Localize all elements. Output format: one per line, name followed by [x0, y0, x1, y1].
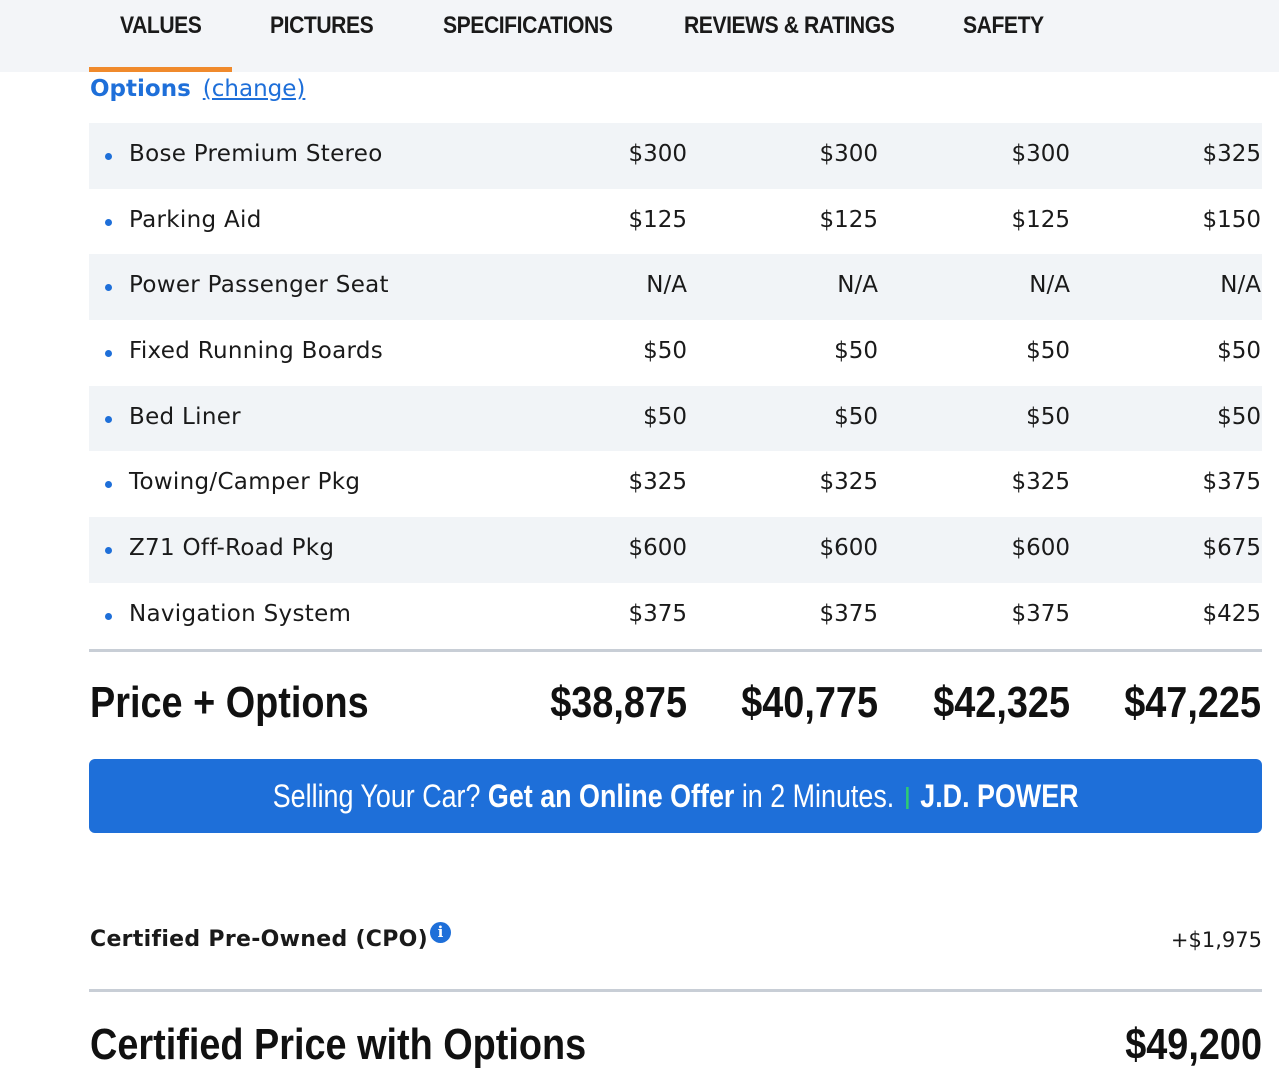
option-price: $325	[1202, 141, 1261, 167]
cpo-value: +$1,975	[1170, 928, 1262, 952]
option-price: $325	[628, 469, 687, 496]
tab-reviews-ratings[interactable]: REVIEWS & RATINGS	[684, 12, 895, 40]
table-row: Fixed Running Boards $50 $50 $50 $50	[89, 320, 1262, 386]
tab-values[interactable]: VALUES	[120, 12, 202, 40]
option-price: $50	[834, 403, 878, 430]
online-offer-banner[interactable]: Selling Your Car? Get an Online Offer in…	[89, 759, 1262, 833]
price-options-total: $42,325	[933, 678, 1070, 727]
banner-content: Selling Your Car? Get an Online Offer in…	[89, 759, 1262, 833]
option-label: Fixed Running Boards	[129, 338, 384, 365]
option-label: Parking Aid	[129, 206, 262, 233]
option-label: Bose Premium Stereo	[129, 141, 383, 167]
option-price: $125	[628, 206, 687, 233]
option-label: Towing/Camper Pkg	[129, 469, 361, 496]
options-table: Bose Premium Stereo $300 $300 $300 $325 …	[89, 123, 1262, 649]
option-price: $50	[643, 338, 687, 365]
cpo-label: Certified Pre-Owned (CPO)	[90, 927, 429, 952]
tab-safety[interactable]: SAFETY	[963, 12, 1044, 40]
banner-text: Selling Your Car? Get an Online Offer in…	[273, 778, 1079, 815]
bullet-icon	[105, 415, 112, 423]
bullet-icon	[105, 350, 112, 358]
info-icon[interactable]: i	[430, 922, 451, 943]
option-price: $600	[1011, 535, 1070, 562]
option-price: $600	[819, 535, 878, 562]
active-tab-indicator	[89, 67, 232, 72]
banner-text-bold: Get an Online Offer	[487, 777, 735, 814]
tab-pictures[interactable]: PICTURES	[270, 12, 374, 40]
option-price: N/A	[1029, 272, 1070, 299]
option-price: $50	[1026, 338, 1070, 365]
top-navigation: VALUES PICTURES SPECIFICATIONS REVIEWS &…	[0, 0, 1279, 72]
bullet-icon	[105, 153, 112, 160]
option-price: $50	[1026, 403, 1070, 430]
divider	[89, 989, 1262, 992]
table-row: Towing/Camper Pkg $325 $325 $325 $375	[89, 451, 1262, 517]
jd-power-logo: J.D. POWER	[920, 777, 1079, 814]
option-label: Z71 Off-Road Pkg	[129, 535, 335, 562]
bullet-icon	[105, 481, 112, 489]
option-price: $600	[628, 535, 687, 562]
bullet-icon	[105, 547, 112, 555]
divider	[89, 649, 1262, 652]
table-row: Power Passenger Seat N/A N/A N/A N/A	[89, 254, 1262, 321]
table-row: Bose Premium Stereo $300 $300 $300 $325	[89, 123, 1262, 189]
price-options-total: $47,225	[1124, 678, 1261, 727]
option-price: $300	[628, 141, 687, 167]
option-price: N/A	[837, 272, 878, 299]
option-price: $425	[1202, 600, 1261, 627]
banner-separator	[905, 787, 909, 810]
option-price: $300	[1011, 141, 1070, 167]
option-price: $50	[1217, 403, 1261, 430]
option-label: Power Passenger Seat	[129, 272, 389, 299]
option-price: $375	[819, 600, 878, 627]
option-price: $375	[1011, 600, 1070, 627]
option-price: $325	[1011, 469, 1070, 496]
tab-specifications[interactable]: SPECIFICATIONS	[443, 12, 613, 40]
option-label: Navigation System	[129, 600, 352, 627]
option-price: N/A	[646, 272, 687, 299]
bullet-icon	[105, 284, 112, 292]
option-price: $675	[1202, 535, 1261, 562]
option-price: N/A	[1220, 272, 1261, 299]
certified-price-value: $49,200	[1125, 1020, 1262, 1069]
banner-text-part1: Selling Your Car?	[272, 777, 488, 814]
price-options-total: $38,875	[550, 678, 687, 727]
price-options-total: $40,775	[741, 678, 878, 727]
option-price: $325	[819, 469, 878, 496]
option-price: $50	[834, 338, 878, 365]
option-price: $125	[819, 206, 878, 233]
bullet-icon	[105, 612, 112, 620]
option-price: $125	[1011, 206, 1070, 233]
option-price: $50	[1217, 338, 1261, 365]
banner-text-part2: in 2 Minutes.	[734, 777, 895, 814]
option-price: $150	[1202, 206, 1261, 233]
change-options-link[interactable]: (change)	[203, 76, 306, 102]
option-price: $375	[1202, 469, 1261, 496]
table-row: Navigation System $375 $375 $375 $425	[89, 583, 1262, 649]
table-row: Bed Liner $50 $50 $50 $50	[89, 385, 1262, 452]
price-options-label: Price + Options	[90, 678, 369, 727]
bullet-icon	[105, 218, 112, 226]
options-title: Options	[90, 76, 191, 102]
options-heading: Options (change)	[90, 76, 305, 102]
table-row: Parking Aid $125 $125 $125 $150	[89, 189, 1262, 255]
option-price: $50	[643, 403, 687, 430]
option-label: Bed Liner	[129, 403, 241, 430]
option-price: $375	[628, 600, 687, 627]
option-price: $300	[819, 141, 878, 167]
certified-price-label: Certified Price with Options	[90, 1020, 587, 1069]
table-row: Z71 Off-Road Pkg $600 $600 $600 $675	[89, 517, 1262, 583]
